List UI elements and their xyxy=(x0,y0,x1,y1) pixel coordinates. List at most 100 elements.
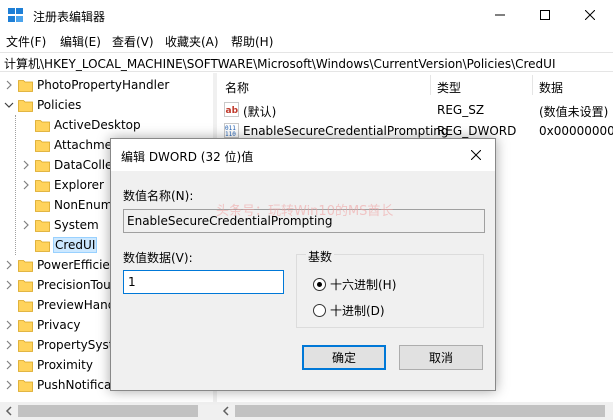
chevron-right-icon[interactable] xyxy=(4,340,14,350)
chevron-right-icon[interactable] xyxy=(4,360,14,370)
tree-item-label: Privacy xyxy=(37,318,81,332)
folder-icon xyxy=(18,380,33,392)
folder-icon xyxy=(18,280,33,292)
radio-checked-icon xyxy=(313,278,326,291)
hex-radio[interactable]: 十六进制(H) xyxy=(313,276,396,293)
tree-item-label: System xyxy=(54,218,99,232)
tree-spacer xyxy=(4,300,14,310)
chevron-right-icon[interactable] xyxy=(4,80,14,90)
value-data: 0x00000000 xyxy=(539,124,613,138)
menu-view[interactable]: 查看(V) xyxy=(112,33,154,50)
chevron-right-icon[interactable] xyxy=(21,160,31,170)
registry-editor-icon xyxy=(8,8,23,22)
folder-icon xyxy=(35,240,50,252)
folder-icon xyxy=(18,340,33,352)
tree-item-label: Policies xyxy=(37,98,82,112)
dec-label: 十进制(D) xyxy=(330,304,385,318)
tree-item[interactable]: Proximity xyxy=(4,355,93,375)
close-icon xyxy=(471,150,481,160)
horizontal-scrollbar[interactable] xyxy=(0,402,613,420)
chevron-right-icon[interactable] xyxy=(21,180,31,190)
chevron-down-icon[interactable] xyxy=(4,100,14,110)
list-header: 名称 类型 数据 xyxy=(217,73,613,98)
folder-icon xyxy=(18,300,33,312)
folder-icon xyxy=(18,360,33,372)
tree-item-label: Proximity xyxy=(37,358,93,372)
tree-item[interactable]: CredUI xyxy=(21,235,98,255)
tree-item[interactable]: Explorer xyxy=(21,175,104,195)
value-type: REG_SZ xyxy=(437,103,485,117)
folder-icon xyxy=(35,120,50,132)
scroll-left-icon[interactable] xyxy=(4,406,14,416)
folder-icon xyxy=(35,180,50,192)
chevron-right-icon[interactable] xyxy=(4,380,14,390)
tree-item[interactable]: PhotoPropertyHandler xyxy=(4,75,169,95)
tree-item[interactable]: System xyxy=(21,215,99,235)
value-data-input[interactable]: 1 xyxy=(123,270,284,294)
scroll-thumb[interactable] xyxy=(18,405,198,417)
hex-label: 十六进制(H) xyxy=(330,278,397,292)
address-bar[interactable]: 计算机\HKEY_LOCAL_MACHINE\SOFTWARE\Microsof… xyxy=(0,52,613,72)
folder-icon xyxy=(18,320,33,332)
svg-text:ab: ab xyxy=(226,106,239,116)
tree-spacer xyxy=(21,240,31,250)
tree-item-label: NonEnum xyxy=(54,198,113,212)
value-name: EnableSecureCredentialPrompting xyxy=(243,124,449,138)
column-name-header[interactable]: 名称 xyxy=(225,79,249,96)
list-item[interactable]: ab (默认) REG_SZ (数值未设置) xyxy=(217,100,613,120)
ok-button[interactable]: 确定 xyxy=(302,345,386,370)
tree-item[interactable]: Policies xyxy=(4,95,81,115)
chevron-right-icon[interactable] xyxy=(4,280,14,290)
tree-item[interactable]: ActiveDesktop xyxy=(21,115,141,135)
maximize-button[interactable] xyxy=(522,0,568,30)
dialog-title: 编辑 DWORD (32 位)值 xyxy=(121,150,254,164)
tree-spacer xyxy=(21,120,31,130)
edit-dword-dialog: 编辑 DWORD (32 位)值 数值名称(N): EnableSecureCr… xyxy=(110,138,496,391)
tree-item[interactable]: Privacy xyxy=(4,315,80,335)
dec-radio[interactable]: 十进制(D) xyxy=(313,302,385,319)
tree-guide-line xyxy=(15,115,16,255)
chevron-right-icon[interactable] xyxy=(21,220,31,230)
scroll-left-icon[interactable] xyxy=(221,406,231,416)
value-type: REG_DWORD xyxy=(437,124,517,138)
title-bar: 注册表编辑器 xyxy=(0,0,613,30)
minimize-button[interactable] xyxy=(477,0,523,30)
dialog-close-button[interactable] xyxy=(461,142,491,168)
value-name: (默认) xyxy=(243,105,277,119)
menu-help[interactable]: 帮助(H) xyxy=(231,33,273,50)
folder-icon xyxy=(35,160,50,172)
binary-value-icon: 011 110 xyxy=(224,123,239,138)
scroll-thumb[interactable] xyxy=(235,405,605,417)
maximize-icon xyxy=(540,10,550,20)
string-value-icon: ab xyxy=(224,102,239,117)
folder-icon xyxy=(35,220,50,232)
folder-icon xyxy=(35,200,50,212)
menu-bar: 文件(F) 编辑(E) 查看(V) 收藏夹(A) 帮助(H) xyxy=(0,30,613,52)
tree-item-label: ActiveDesktop xyxy=(54,118,141,132)
value-data: (数值未设置) xyxy=(539,105,609,119)
cancel-button[interactable]: 取消 xyxy=(399,345,483,370)
tree-item-label: PhotoPropertyHandler xyxy=(37,78,170,92)
folder-icon xyxy=(18,80,33,92)
address-path: 计算机\HKEY_LOCAL_MACHINE\SOFTWARE\Microsof… xyxy=(4,57,556,71)
radio-unchecked-icon xyxy=(313,304,326,317)
chevron-right-icon[interactable] xyxy=(4,320,14,330)
column-type-header[interactable]: 类型 xyxy=(437,79,461,96)
tree-spacer xyxy=(21,200,31,210)
menu-edit[interactable]: 编辑(E) xyxy=(60,33,101,50)
close-button[interactable] xyxy=(567,0,613,30)
minimize-icon xyxy=(495,14,505,16)
tree-item-label: CredUI xyxy=(52,237,98,253)
tree-item-label: Explorer xyxy=(54,178,104,192)
tree-spacer xyxy=(21,140,31,150)
base-label: 基数 xyxy=(306,248,335,265)
value-data-label: 数值数据(V): xyxy=(123,251,193,265)
folder-icon xyxy=(18,100,33,112)
menu-favorites[interactable]: 收藏夹(A) xyxy=(165,33,219,50)
column-data-header[interactable]: 数据 xyxy=(539,79,563,96)
menu-file[interactable]: 文件(F) xyxy=(6,33,46,50)
tree-item[interactable]: NonEnum xyxy=(21,195,112,215)
watermark: 头条号：玩转Win10的MS酋长 xyxy=(216,204,394,219)
folder-icon xyxy=(18,260,33,272)
chevron-right-icon[interactable] xyxy=(4,260,14,270)
